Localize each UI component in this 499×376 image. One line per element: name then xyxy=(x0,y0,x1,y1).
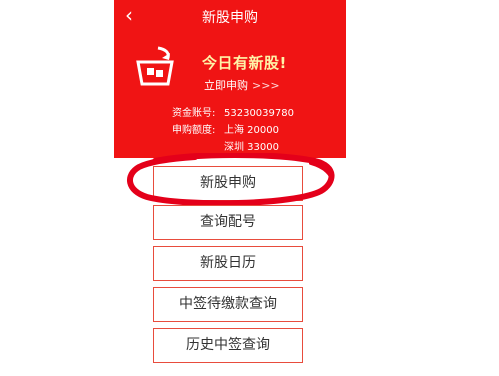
basket-icon xyxy=(136,46,174,86)
query-allotment-button[interactable]: 查询配号 xyxy=(153,205,303,240)
quota-shanghai: 上海 20000 xyxy=(224,125,279,136)
subscribe-now-label: 立即申购 xyxy=(204,79,248,92)
history-winning-query-button[interactable]: 历史中签查询 xyxy=(153,328,303,363)
subscribe-now-link[interactable]: 立即申购 >>> xyxy=(204,77,280,93)
account-value: 53230039780 xyxy=(224,108,294,119)
quota-label: 申购额度: xyxy=(172,125,216,136)
header-panel: ‹ 新股申购 今日有新股! 立即申购 >>> 资金账号: 53230039780 … xyxy=(114,0,346,158)
app-screen: ‹ 新股申购 今日有新股! 立即申购 >>> 资金账号: 53230039780 … xyxy=(0,0,499,376)
ipo-calendar-button[interactable]: 新股日历 xyxy=(153,246,303,281)
pending-payment-query-button[interactable]: 中签待缴款查询 xyxy=(153,287,303,322)
promo-heading: 今日有新股! xyxy=(202,54,287,72)
account-label: 资金账号: xyxy=(172,108,216,119)
page-title: 新股申购 xyxy=(202,10,258,26)
arrows-icon: >>> xyxy=(252,79,280,92)
quota-shenzhen: 深圳 33000 xyxy=(224,142,279,153)
new-share-subscribe-button[interactable]: 新股申购 xyxy=(153,166,303,201)
